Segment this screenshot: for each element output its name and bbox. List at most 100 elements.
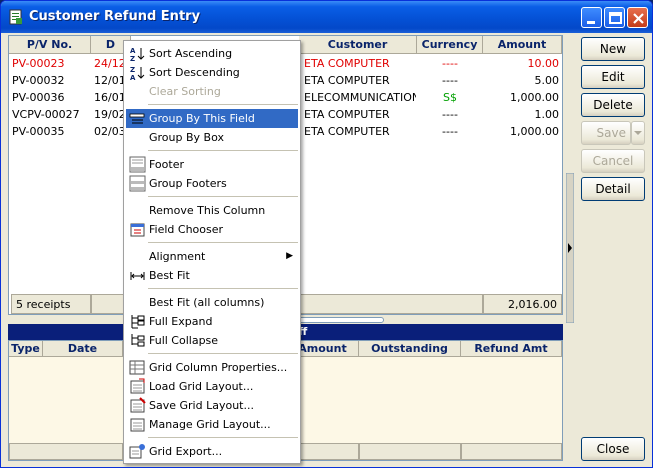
title-bar[interactable]: Customer Refund Entry — [1, 1, 652, 33]
best-fit-icon — [130, 272, 145, 280]
menu-item-label: Sort Ascending — [149, 47, 233, 60]
column-header-pv-no[interactable]: P/V No. — [9, 36, 91, 54]
pv-no-cell: PV-00023 — [12, 57, 65, 70]
panel-splitter[interactable] — [565, 172, 575, 324]
menu-item-load-grid-layout[interactable]: Load Grid Layout... — [126, 377, 298, 396]
amount-cell: 1,000.00 — [510, 91, 559, 104]
menu-item-remove-column[interactable]: Remove This Column — [126, 201, 298, 220]
maximize-icon — [609, 12, 622, 24]
save-dropdown-button[interactable] — [631, 121, 645, 145]
column-header-refund-amt[interactable]: Refund Amt — [461, 341, 562, 357]
grid-export-icon — [129, 444, 145, 459]
menu-item-label: Full Expand — [149, 315, 213, 328]
minimize-icon — [587, 21, 595, 24]
close-icon — [633, 13, 644, 24]
close-button[interactable]: Close — [581, 437, 645, 461]
sort-descending-icon: Z A — [130, 66, 145, 81]
menu-item-field-chooser[interactable]: Field Chooser — [126, 220, 298, 239]
menu-item-label: Group By This Field — [149, 112, 255, 125]
menu-item-full-expand[interactable]: Full Expand — [126, 312, 298, 331]
footer-cell — [9, 443, 123, 460]
menu-item-label: Best Fit — [149, 269, 190, 282]
menu-item-group-by-this-field[interactable]: Group By This Field — [126, 109, 298, 128]
customer-cell: ELECOMMUNICATION... — [304, 91, 416, 104]
menu-item-label: Full Collapse — [149, 334, 219, 347]
currency-cell: ---- — [442, 57, 458, 70]
menu-separator — [148, 437, 298, 438]
column-header-currency[interactable]: Currency — [417, 36, 483, 54]
menu-item-clear-sorting[interactable]: Clear Sorting — [126, 82, 298, 101]
menu-item-full-collapse[interactable]: Full Collapse — [126, 331, 298, 350]
menu-item-label: Group By Box — [149, 131, 224, 144]
chevron-down-icon — [634, 131, 642, 135]
pv-no-cell: PV-00035 — [12, 125, 65, 138]
column-header-type[interactable]: Type — [9, 341, 43, 357]
menu-item-label: Grid Column Properties... — [149, 361, 288, 374]
close-window-button[interactable] — [627, 7, 648, 28]
grid-properties-icon — [129, 360, 145, 375]
pv-no-cell: PV-00036 — [12, 91, 65, 104]
amount-cell: 5.00 — [534, 74, 560, 87]
pv-no-cell: PV-00032 — [12, 74, 65, 87]
menu-item-label: Load Grid Layout... — [149, 380, 254, 393]
menu-separator — [148, 104, 298, 105]
menu-item-best-fit-all[interactable]: Best Fit (all columns) — [126, 293, 298, 312]
menu-item-alignment[interactable]: Alignment ▶ — [126, 247, 298, 266]
pv-no-cell: VCPV-00027 — [12, 108, 80, 121]
column-context-menu: A Z Sort Ascending Z A Sort Descending C… — [123, 40, 301, 464]
currency-cell: ---- — [442, 74, 458, 87]
minimize-button[interactable] — [581, 7, 602, 28]
menu-item-footer[interactable]: Footer — [126, 155, 298, 174]
currency-cell: ---- — [442, 125, 458, 138]
column-header-date[interactable]: Date — [43, 341, 123, 357]
window-title: Customer Refund Entry — [29, 9, 201, 24]
svg-text:A: A — [130, 47, 136, 55]
menu-item-label: Remove This Column — [149, 204, 266, 217]
chevron-right-icon — [565, 172, 575, 324]
maximize-button[interactable] — [604, 7, 625, 28]
menu-item-best-fit[interactable]: Best Fit — [126, 266, 298, 285]
edit-button[interactable]: Edit — [581, 65, 645, 89]
footer-cell — [359, 443, 461, 460]
column-header-outstanding[interactable]: Outstanding — [359, 341, 461, 357]
new-button[interactable]: New — [581, 37, 645, 61]
full-collapse-icon — [131, 334, 145, 347]
column-header-customer[interactable]: Customer — [299, 36, 417, 54]
field-chooser-icon — [130, 223, 145, 237]
group-by-field-icon — [129, 113, 145, 124]
menu-separator — [148, 150, 298, 151]
currency-cell: ---- — [442, 108, 458, 121]
amount-cell: 1,000.00 — [510, 125, 559, 138]
menu-item-label: Footer — [149, 158, 184, 171]
menu-separator — [148, 196, 298, 197]
menu-item-sort-descending[interactable]: Z A Sort Descending — [126, 63, 298, 82]
customer-cell: ETA COMPUTER — [304, 125, 390, 138]
save-button[interactable]: Save — [581, 121, 631, 145]
menu-item-sort-ascending[interactable]: A Z Sort Ascending — [126, 44, 298, 63]
menu-item-label: Save Grid Layout... — [149, 399, 254, 412]
delete-button[interactable]: Delete — [581, 93, 645, 117]
column-header-amount[interactable]: Amount — [483, 36, 562, 54]
manage-layout-icon — [130, 418, 145, 432]
customer-cell: ETA COMPUTER — [304, 57, 390, 70]
menu-item-grid-export[interactable]: Grid Export... — [126, 442, 298, 461]
footer-icon — [129, 156, 146, 173]
menu-item-grid-column-properties[interactable]: Grid Column Properties... — [126, 358, 298, 377]
group-footers-icon — [129, 175, 146, 192]
submenu-arrow-icon: ▶ — [286, 251, 293, 261]
menu-item-label: Clear Sorting — [149, 85, 221, 98]
customer-cell: ETA COMPUTER — [304, 108, 390, 121]
menu-item-group-by-box[interactable]: Group By Box — [126, 128, 298, 147]
menu-item-manage-grid-layout[interactable]: Manage Grid Layout... — [126, 415, 298, 434]
menu-separator — [148, 242, 298, 243]
menu-item-label: Sort Descending — [149, 66, 240, 79]
save-layout-icon — [130, 397, 146, 413]
detail-button[interactable]: Detail — [581, 177, 645, 201]
svg-text:A: A — [130, 74, 136, 81]
menu-separator — [148, 353, 298, 354]
menu-item-label: Manage Grid Layout... — [149, 418, 271, 431]
menu-item-group-footers[interactable]: Group Footers — [126, 174, 298, 193]
cancel-button[interactable]: Cancel — [581, 149, 645, 173]
svg-text:Z: Z — [130, 66, 135, 74]
menu-item-save-grid-layout[interactable]: Save Grid Layout... — [126, 396, 298, 415]
